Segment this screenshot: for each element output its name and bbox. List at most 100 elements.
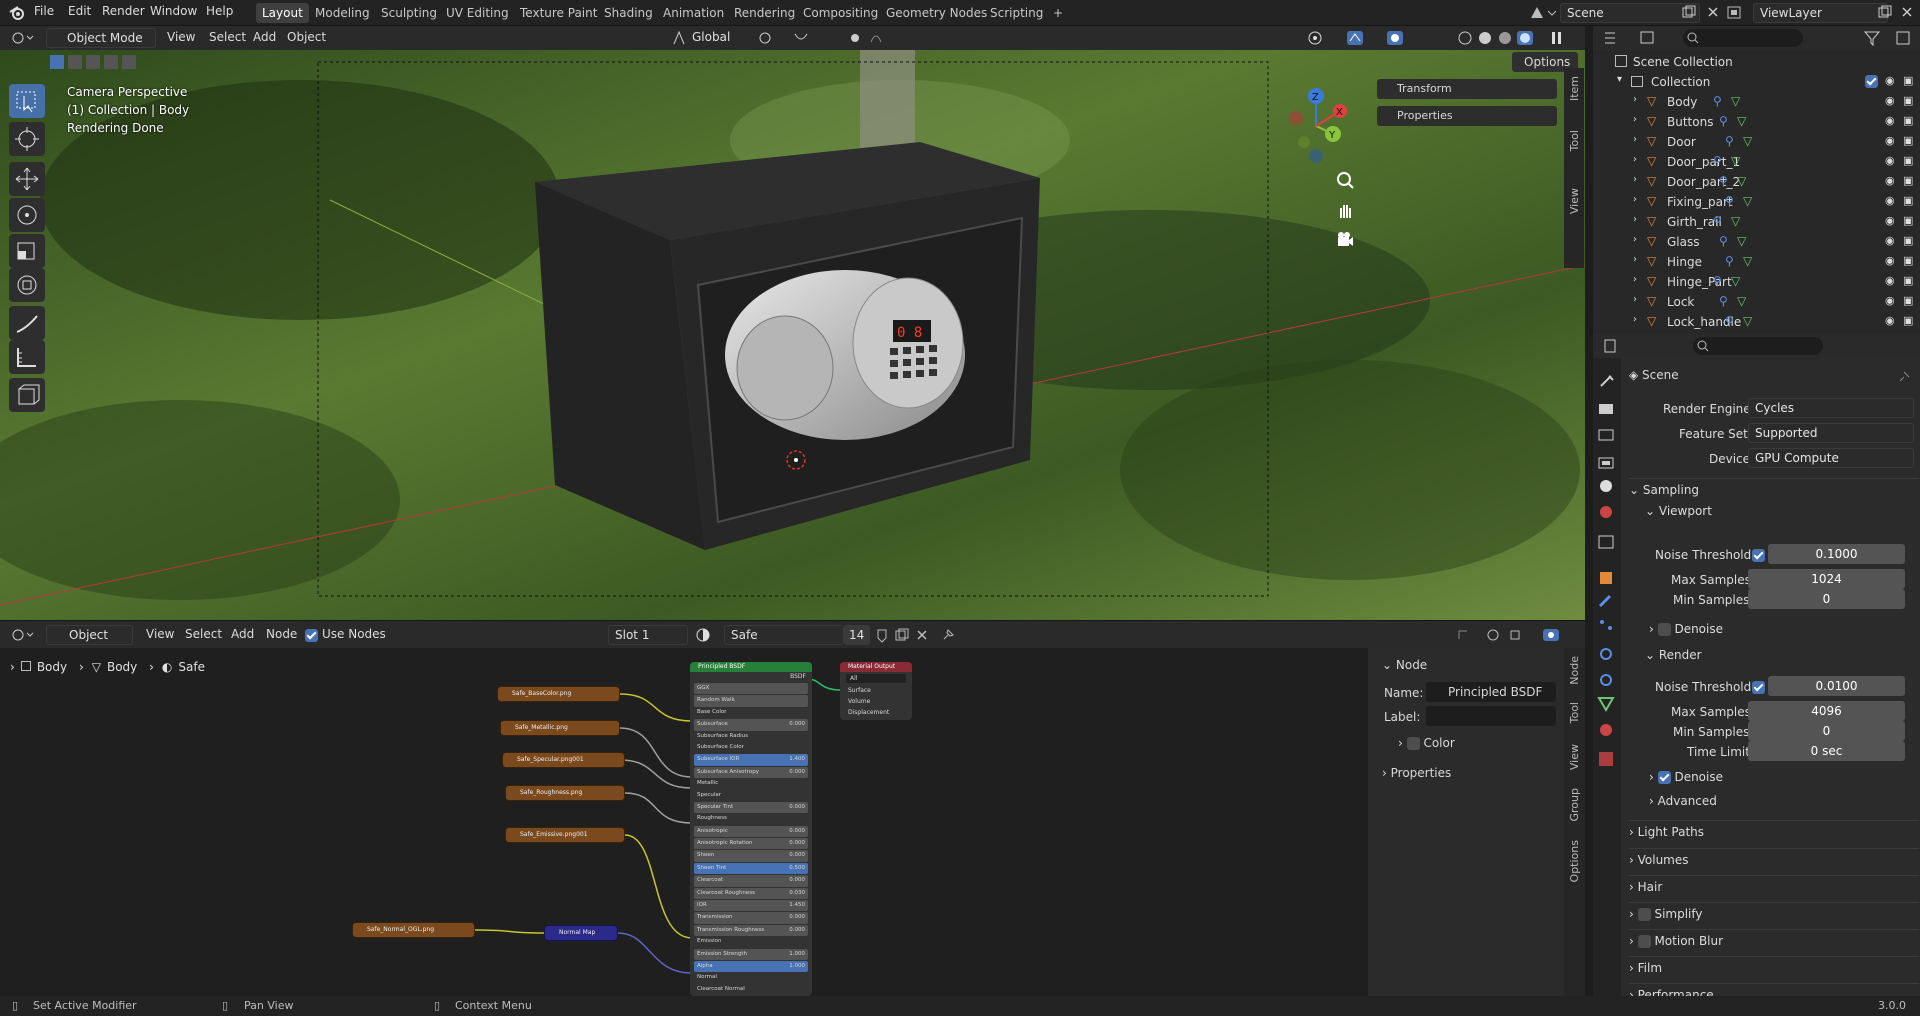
texture-node[interactable]: Safe_Normal_OGL.png — [352, 922, 475, 938]
copy-view-layer-icon[interactable] — [1878, 5, 1892, 19]
advanced-subpanel[interactable]: › Advanced — [1649, 794, 1909, 816]
hand-pan-icon[interactable] — [1335, 200, 1355, 220]
camera-view-icon[interactable] — [1335, 230, 1355, 250]
properties-type-icon[interactable] — [1603, 338, 1629, 354]
expand-icon[interactable]: › — [1633, 154, 1637, 165]
material-action-icons[interactable] — [874, 627, 944, 643]
object-tab-icon[interactable] — [1600, 572, 1612, 584]
texture-node[interactable]: Safe_Emissive.png001 — [505, 827, 625, 843]
select-mode-buttons[interactable] — [49, 54, 139, 70]
mesh-data-icon[interactable]: ▽ — [1737, 234, 1746, 248]
expand-icon[interactable]: › — [1633, 94, 1637, 105]
eye-icon[interactable]: ◉ — [1885, 174, 1895, 187]
node-color-panel[interactable]: › Color — [1398, 736, 1455, 750]
modifier-icon[interactable]: ⚲ — [1725, 254, 1734, 268]
vp-denoise-subpanel[interactable]: › Denoise — [1649, 622, 1909, 644]
principled-bsdf-node[interactable]: Principled BSDF BSDF GGX Random Walk Base … — [690, 662, 812, 996]
node-menu-select[interactable]: Select — [185, 627, 222, 641]
tab-texture-paint[interactable]: Texture Paint — [514, 3, 603, 23]
constraints-tab-icon[interactable] — [1600, 674, 1612, 686]
cursor-tool[interactable] — [9, 122, 45, 156]
bsdf-input-row[interactable]: Alpha 1.000 — [694, 960, 808, 973]
tab-options[interactable]: Options — [1568, 840, 1581, 882]
tab-uv-editing[interactable]: UV Editing — [440, 3, 515, 23]
r-denoise-checkbox[interactable] — [1657, 771, 1671, 784]
select-box-tool[interactable] — [9, 84, 45, 118]
bsdf-input-row[interactable]: Clearcoat 0.000 — [694, 875, 808, 887]
properties-search-input[interactable] — [1693, 337, 1823, 355]
eye-icon[interactable]: ◉ — [1885, 194, 1895, 207]
modifier-icon[interactable]: ⚲ — [1719, 294, 1728, 308]
material-icon[interactable] — [695, 627, 719, 643]
data-tab-icon[interactable] — [1597, 697, 1615, 712]
scene-collection-row[interactable]: Scene Collection — [1593, 52, 1920, 72]
camera-icon[interactable]: ▣ — [1903, 174, 1913, 187]
mesh-data-icon[interactable]: ▽ — [1737, 174, 1746, 188]
filter-icon[interactable] — [1863, 30, 1913, 46]
expand-icon[interactable]: › — [1633, 114, 1637, 125]
viewport-subpanel[interactable]: ⌄ Viewport — [1645, 504, 1905, 526]
bsdf-input-row[interactable]: Emission Strength 1.000 — [694, 948, 808, 960]
mesh-data-icon[interactable]: ▽ — [1731, 274, 1740, 288]
material-name-field[interactable]: Safe — [724, 625, 844, 645]
r-noise-threshold-checkbox[interactable] — [1752, 681, 1765, 694]
sampling-panel[interactable]: ⌄ Sampling — [1629, 478, 1919, 500]
bsdf-input-row[interactable]: Metallic — [694, 778, 808, 789]
node-object-dropdown[interactable]: Object — [46, 625, 133, 645]
zoom-icon[interactable] — [1335, 170, 1355, 190]
viewport-menu-view[interactable]: View — [167, 30, 195, 44]
bsdf-input-row[interactable]: Base Color — [694, 707, 808, 718]
viewport-shading-icons[interactable] — [1305, 29, 1565, 47]
bsdf-input-row[interactable]: Specular Tint 0.000 — [694, 801, 808, 814]
mesh-data-icon[interactable]: ▽ — [1737, 114, 1746, 128]
outliner-search-input[interactable] — [1683, 29, 1803, 47]
blender-logo-icon[interactable] — [8, 4, 26, 22]
expand-icon[interactable]: › — [1633, 174, 1637, 185]
modifier-icon[interactable]: ⚲ — [1713, 274, 1722, 288]
outliner-item[interactable]: › ▽ Glass ⚲ ▽ ◉ ▣ — [1593, 232, 1920, 252]
hair-panel[interactable]: › Hair — [1629, 875, 1919, 897]
expand-icon[interactable]: ▾ — [1617, 74, 1622, 85]
camera-icon[interactable]: ▣ — [1903, 134, 1913, 147]
tab-node-view[interactable]: View — [1568, 744, 1581, 770]
light-paths-panel[interactable]: › Light Paths — [1629, 820, 1919, 842]
r-denoise-subpanel[interactable]: › Denoise — [1649, 770, 1909, 792]
modifier-icon[interactable]: ⚲ — [1713, 94, 1722, 108]
node-menu-node[interactable]: Node — [266, 627, 297, 641]
outliner-item[interactable]: › ▽ Door_part_2 ⚲ ▽ ◉ ▣ — [1593, 172, 1920, 192]
modifier-icon[interactable]: ⚲ — [1725, 134, 1734, 148]
outliner-item[interactable]: › ▽ Door ⚲ ▽ ◉ ▣ — [1593, 132, 1920, 152]
node-panel-header[interactable]: ⌄ Node — [1382, 658, 1427, 672]
eye-icon[interactable]: ◉ — [1885, 234, 1895, 247]
camera-icon[interactable]: ▣ — [1903, 74, 1913, 87]
tab-group[interactable]: Group — [1568, 788, 1581, 822]
outliner-item[interactable]: › ▽ Hinge ⚲ ▽ ◉ ▣ — [1593, 252, 1920, 272]
transform-orientation-dropdown[interactable]: Global — [686, 28, 766, 48]
annotate-tool[interactable] — [9, 306, 45, 340]
copy-icon[interactable] — [1682, 5, 1696, 19]
vp-min-samples-field[interactable]: 0 — [1748, 589, 1905, 609]
eye-icon[interactable]: ◉ — [1885, 254, 1895, 267]
node-editor-tool-icons[interactable] — [1455, 627, 1575, 643]
mesh-data-icon[interactable]: ▽ — [1743, 314, 1752, 328]
r-max-samples-field[interactable]: 4096 — [1748, 701, 1905, 721]
r-min-samples-field[interactable]: 0 — [1748, 721, 1905, 741]
camera-icon[interactable]: ▣ — [1903, 254, 1913, 267]
view-layer-selector[interactable]: ViewLayer — [1753, 3, 1888, 23]
bsdf-input-row[interactable]: Emission — [694, 936, 808, 947]
render-subpanel[interactable]: ⌄ Render — [1645, 648, 1905, 670]
tab-layout[interactable]: Layout — [256, 3, 309, 23]
eye-icon[interactable]: ◉ — [1885, 314, 1895, 327]
tab-node-tool[interactable]: Tool — [1568, 702, 1581, 723]
tab-node[interactable]: Node — [1568, 656, 1581, 685]
display-mode-icon[interactable] — [1639, 30, 1665, 46]
eye-icon[interactable]: ◉ — [1885, 294, 1895, 307]
menu-render[interactable]: Render — [102, 4, 145, 18]
tab-item[interactable]: Item — [1568, 76, 1581, 101]
eye-icon[interactable]: ◉ — [1885, 114, 1895, 127]
eye-icon[interactable]: ◉ — [1885, 134, 1895, 147]
camera-icon[interactable]: ▣ — [1903, 214, 1913, 227]
bsdf-input-row[interactable]: IOR 1.450 — [694, 900, 808, 912]
render-tab-icon[interactable] — [1599, 404, 1613, 414]
node-properties-panel[interactable]: › Properties — [1382, 766, 1451, 780]
